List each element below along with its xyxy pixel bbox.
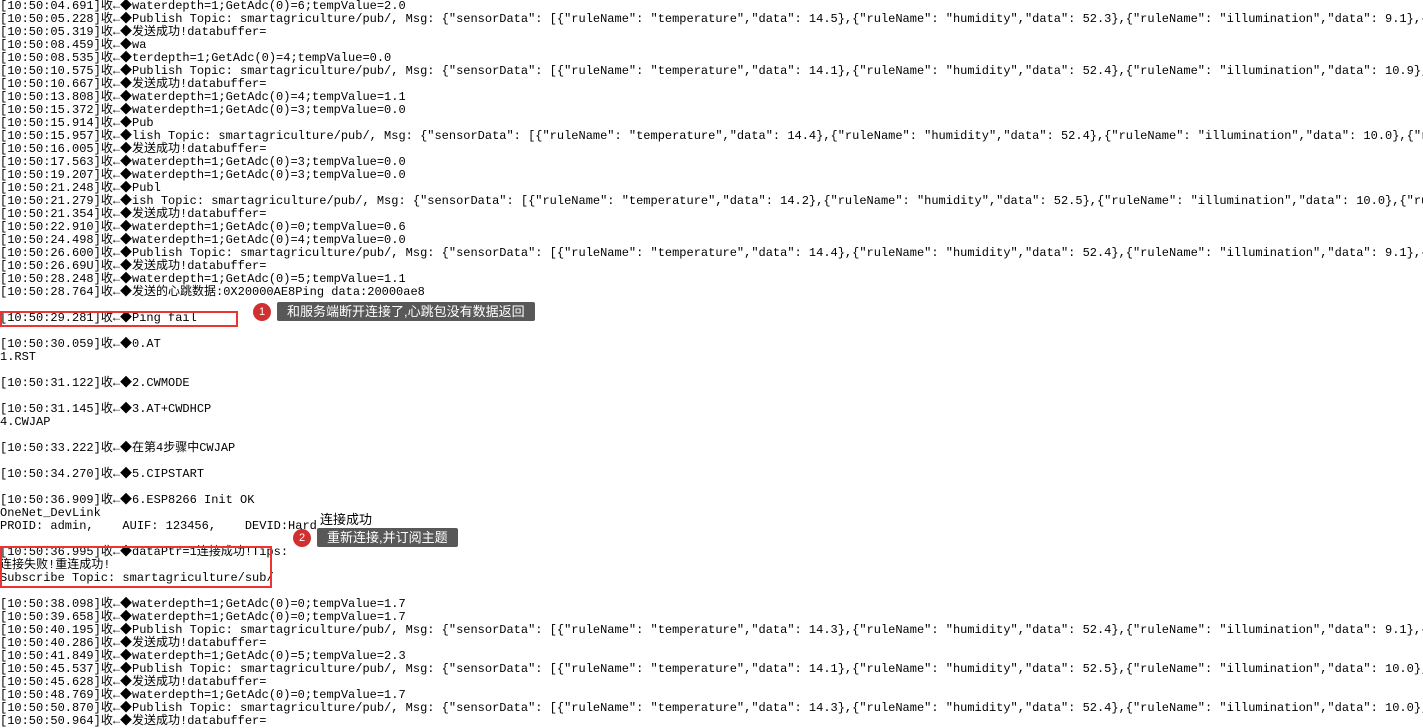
log-line: [10:50:30.059]收←◆0.AT [0,338,1423,351]
log-line [0,390,1423,403]
log-line: [10:50:29.281]收←◆Ping fail [0,312,1423,325]
log-line: [10:50:48.769]收←◆waterdepth=1;GetAdc(0)=… [0,689,1423,702]
log-line: [10:50:36.909]收←◆6.ESP8266 Init OK [0,494,1423,507]
label-connect-success: 连接成功 [320,513,372,526]
log-line: [10:50:05.319]收←◆发送成功!databuffer= [0,26,1423,39]
log-line: [10:50:31.122]收←◆2.CWMODE [0,377,1423,390]
log-line: [10:50:31.145]收←◆3.AT+CWDHCP [0,403,1423,416]
log-line: Subscribe Topic: smartagriculture/sub/ [0,572,1423,585]
log-line: [10:50:45.628]收←◆发送成功!databuffer= [0,676,1423,689]
log-line: [10:50:33.222]收←◆在第4步骤中CWJAP [0,442,1423,455]
log-line: PROID: admin, AUIF: 123456, DEVID:Hard [0,520,1423,533]
log-line [0,325,1423,338]
log-line: [10:50:28.764]收←◆发送的心跳数据:0X20000AE8Ping … [0,286,1423,299]
log-line: [10:50:50.964]收←◆发送成功!databuffer= [0,715,1423,728]
log-line: [10:50:34.270]收←◆5.CIPSTART [0,468,1423,481]
log-line [0,364,1423,377]
log-line: 4.CWJAP [0,416,1423,429]
log-line: 1.RST [0,351,1423,364]
log-line [0,455,1423,468]
log-line [0,299,1423,312]
log-line: [10:50:15.372]收←◆waterdepth=1;GetAdc(0)=… [0,104,1423,117]
log-line: [10:50:36.995]收←◆dataPtr=1连接成功!Tips: [0,546,1423,559]
log-output: [10:50:04.691]收←◆waterdepth=1;GetAdc(0)=… [0,0,1423,728]
log-line: [10:50:50.870]收←◆Publish Topic: smartagr… [0,702,1423,715]
log-line: [10:50:19.207]收←◆waterdepth=1;GetAdc(0)=… [0,169,1423,182]
